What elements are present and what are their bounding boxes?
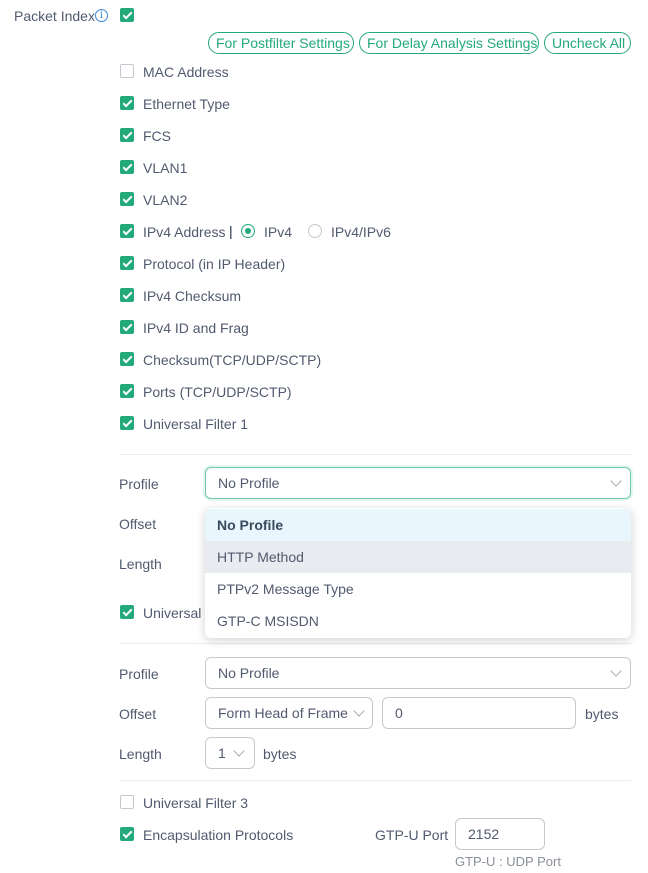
universal-filter-1-checkbox[interactable] xyxy=(120,416,134,430)
ethernet-type-checkbox[interactable] xyxy=(120,96,134,110)
gtpu-port-input[interactable]: 2152 xyxy=(455,818,545,850)
uf2-offset-unit: bytes xyxy=(585,706,619,722)
uf2-length-value: 1 xyxy=(218,745,226,761)
uf1-profile-value: No Profile xyxy=(218,475,280,491)
uf2-offset-label: Offset xyxy=(119,706,157,722)
ipv4-id-and-frag-label: IPv4 ID and Frag xyxy=(143,320,249,336)
mac-address-label: MAC Address xyxy=(143,64,229,80)
dropdown-item-ptpv2-message-type[interactable]: PTPv2 Message Type xyxy=(205,573,631,605)
uf3-checkbox[interactable] xyxy=(120,795,134,809)
fcs-label: FCS xyxy=(143,128,171,144)
uf2-offset-mode-value: Form Head of Frame xyxy=(218,705,348,721)
protocol-in-ip-header-label: Protocol (in IP Header) xyxy=(143,256,286,272)
universal-filter-1-label: Universal Filter 1 xyxy=(143,416,249,432)
gtpu-port-hint: GTP-U : UDP Port xyxy=(455,854,561,869)
encapsulation-checkbox[interactable] xyxy=(120,827,134,841)
fcs-checkbox[interactable] xyxy=(120,128,134,142)
uf1-profile-label: Profile xyxy=(119,476,159,492)
uf1-length-label: Length xyxy=(119,556,162,572)
ipv4-address-checkbox[interactable] xyxy=(120,224,134,238)
ipv4-ipv6-radio[interactable] xyxy=(308,224,322,238)
ipv4-id-and-frag-checkbox[interactable] xyxy=(120,320,134,334)
packet-index-label: Packet Index xyxy=(14,8,95,24)
vlan2-label: VLAN2 xyxy=(143,192,188,208)
uf2-offset-mode-select[interactable]: Form Head of Frame xyxy=(205,697,373,729)
ports-tcp-udp-sctp-label: Ports (TCP/UDP/SCTP) xyxy=(143,384,292,400)
divider xyxy=(119,643,631,644)
uncheck-all-button[interactable]: Uncheck All xyxy=(544,32,631,54)
uf2-offset-input[interactable]: 0 xyxy=(382,697,576,729)
uf2-profile-label: Profile xyxy=(119,666,159,682)
uf1-offset-label: Offset xyxy=(119,516,157,532)
dropdown-item-no-profile[interactable]: No Profile xyxy=(205,509,631,541)
ip-mode-separator: | xyxy=(229,223,233,239)
protocol-in-ip-header-checkbox[interactable] xyxy=(120,256,134,270)
uf2-label: Universal F xyxy=(143,605,214,621)
uf2-checkbox[interactable] xyxy=(120,605,134,619)
gtpu-port-value: 2152 xyxy=(468,826,500,842)
ports-tcp-udp-sctp-checkbox[interactable] xyxy=(120,384,134,398)
ethernet-type-label: Ethernet Type xyxy=(143,96,230,112)
ipv4-address-label: IPv4 Address xyxy=(143,224,226,240)
for-postfilter-settings-button[interactable]: For Postfilter Settings xyxy=(208,32,354,54)
vlan2-checkbox[interactable] xyxy=(120,192,134,206)
dropdown-item-gtp-c-msisdn[interactable]: GTP-C MSISDN xyxy=(205,605,631,637)
profile-dropdown-menu: No Profile HTTP Method PTPv2 Message Typ… xyxy=(205,508,631,638)
uf2-length-label: Length xyxy=(119,746,162,762)
checksum-tcp-udp-sctp-label: Checksum(TCP/UDP/SCTP) xyxy=(143,352,322,368)
chevron-down-icon xyxy=(610,665,622,677)
chevron-down-icon xyxy=(233,745,245,757)
dropdown-item-http-method[interactable]: HTTP Method xyxy=(205,541,631,573)
info-icon[interactable]: i xyxy=(95,9,108,22)
chevron-down-icon xyxy=(610,475,622,487)
divider xyxy=(119,454,631,455)
encapsulation-label: Encapsulation Protocols xyxy=(143,827,294,843)
chevron-down-icon xyxy=(353,705,365,717)
uf2-profile-select[interactable]: No Profile xyxy=(205,657,631,689)
ipv4-checksum-label: IPv4 Checksum xyxy=(143,288,242,304)
uf1-profile-select[interactable]: No Profile xyxy=(205,467,631,499)
gtpu-port-label: GTP-U Port xyxy=(375,827,449,843)
packet-index-checkbox[interactable] xyxy=(120,8,134,22)
uf2-length-select[interactable]: 1 xyxy=(205,737,255,769)
checksum-tcp-udp-sctp-checkbox[interactable] xyxy=(120,352,134,366)
vlan1-label: VLAN1 xyxy=(143,160,188,176)
ipv4-radio[interactable] xyxy=(241,224,255,238)
ipv4-checksum-checkbox[interactable] xyxy=(120,288,134,302)
uf2-length-unit: bytes xyxy=(263,746,297,762)
uf2-profile-value: No Profile xyxy=(218,665,280,681)
mac-address-checkbox[interactable] xyxy=(120,64,134,78)
divider xyxy=(119,780,631,781)
uf3-label: Universal Filter 3 xyxy=(143,795,249,811)
uf2-offset-value: 0 xyxy=(395,705,403,721)
ipv4-radio-label: IPv4 xyxy=(264,224,293,240)
for-delay-analysis-settings-button[interactable]: For Delay Analysis Settings xyxy=(359,32,539,54)
ipv4-ipv6-radio-label: IPv4/IPv6 xyxy=(331,224,391,240)
vlan1-checkbox[interactable] xyxy=(120,160,134,174)
